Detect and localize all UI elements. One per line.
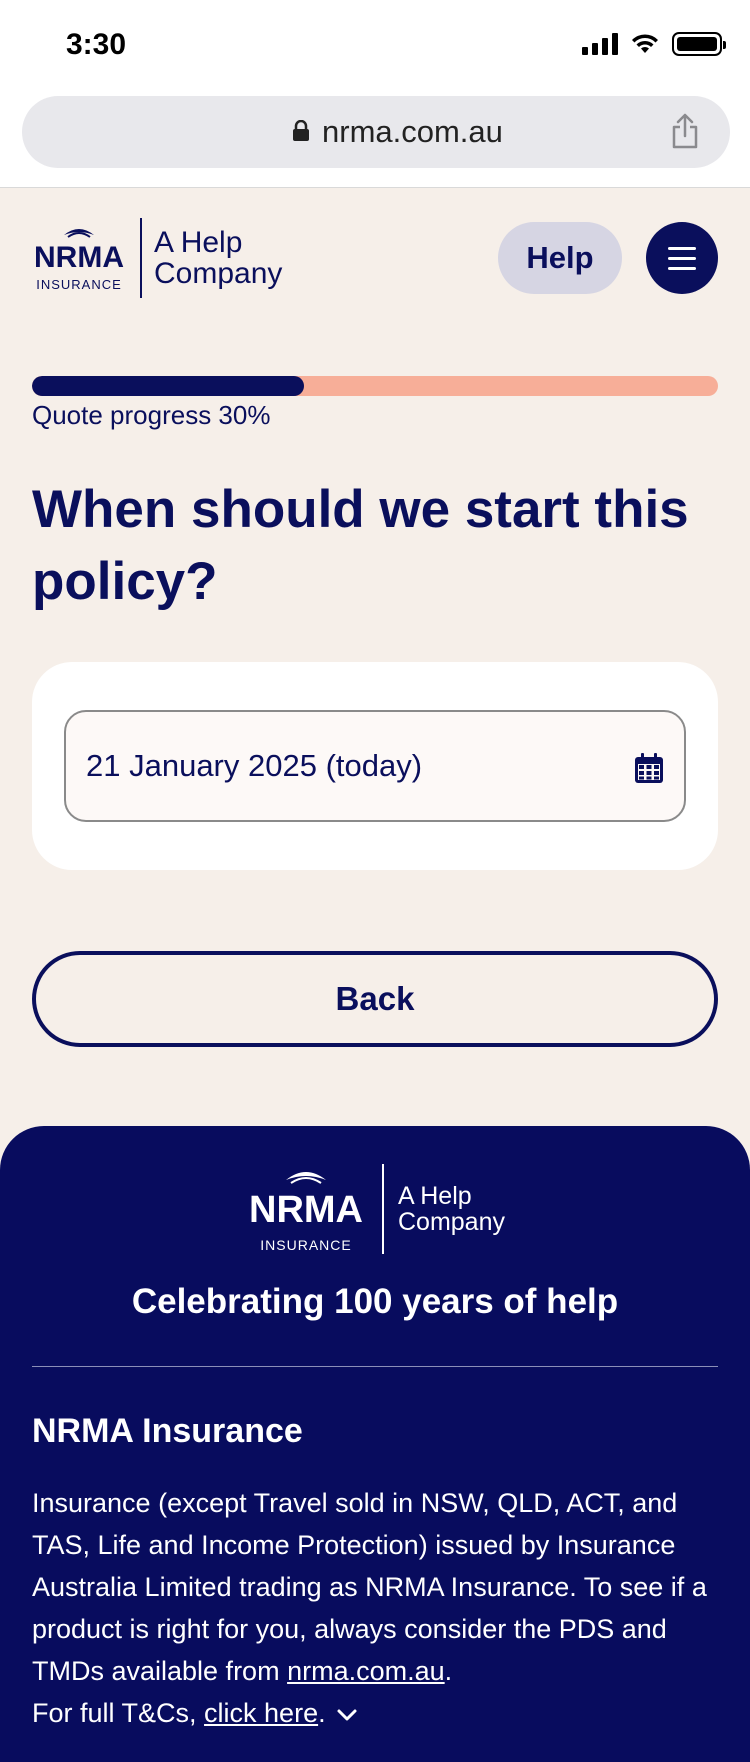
chevron-down-icon[interactable] [336, 1708, 358, 1722]
url-text: nrma.com.au [322, 114, 503, 149]
hamburger-icon [668, 246, 696, 250]
page-title: When should we start this policy? [32, 480, 689, 611]
site-header: NRMA INSURANCE A Help Company Help [0, 188, 750, 328]
footer-logo-tagline: A Help Company [398, 1183, 505, 1235]
status-bar: 3:30 [0, 0, 750, 92]
logo-divider [140, 218, 142, 298]
address-bar[interactable]: nrma.com.au [22, 96, 730, 168]
tcs-end: . [318, 1698, 326, 1728]
nrma-logo-mark: NRMA INSURANCE [34, 229, 124, 292]
footer-logo-brand-text: NRMA [249, 1189, 363, 1231]
wifi-icon [632, 34, 658, 53]
logo-tagline-line1: A Help [154, 226, 243, 259]
footer-logo-divider [382, 1164, 384, 1254]
footer-logo-tagline-line2: Company [398, 1208, 505, 1236]
footer-heading: NRMA Insurance [32, 1412, 303, 1450]
logo-tagline: A Help Company [154, 227, 282, 289]
footer-logo-brand-sub: INSURANCE [260, 1237, 351, 1253]
nrma-site-link[interactable]: nrma.com.au [287, 1656, 445, 1686]
tcs-prefix: For full T&Cs, [32, 1698, 205, 1728]
logo-brand-text: NRMA [34, 241, 124, 274]
footer-celebration: Celebrating 100 years of help [131, 1282, 619, 1321]
tcs-click-here-link[interactable]: click here [204, 1698, 318, 1728]
back-button[interactable]: Back [32, 951, 718, 1047]
site-footer: NRMA INSURANCE A Help Company Celebratin… [0, 1126, 750, 1762]
calendar-icon[interactable] [634, 752, 664, 784]
status-time: 3:30 [66, 28, 127, 61]
quote-progress-bar [32, 376, 718, 396]
help-button[interactable]: Help [498, 222, 622, 294]
quote-progress-fill [32, 376, 304, 396]
cellular-signal-icon [582, 33, 618, 55]
quote-progress-label: Quote progress 30% [32, 400, 271, 430]
logo-tagline-line2: Company [154, 257, 283, 290]
status-icons [582, 32, 726, 56]
nrma-logo[interactable]: NRMA INSURANCE A Help Company [30, 218, 282, 298]
footer-logo[interactable]: NRMA INSURANCE A Help Company [244, 1164, 505, 1254]
start-date-value: 21 January 2025 (today) [86, 748, 423, 783]
logo-brand-sub: INSURANCE [36, 277, 122, 292]
footer-logo-mark: NRMA INSURANCE [249, 1172, 363, 1253]
footer-divider [32, 1366, 718, 1367]
date-card: 21 January 2025 (today) [32, 662, 718, 870]
lock-icon [293, 120, 309, 141]
browser-toolbar: nrma.com.au [0, 92, 750, 188]
menu-button[interactable] [646, 222, 718, 294]
share-icon[interactable] [670, 112, 700, 150]
start-date-field[interactable]: 21 January 2025 (today) [64, 710, 686, 822]
footer-disclaimer: Insurance (except Travel sold in NSW, QL… [32, 1482, 722, 1734]
footer-disclaimer-end: . [444, 1656, 453, 1686]
battery-icon [672, 32, 726, 56]
footer-logo-tagline-line1: A Help [398, 1182, 472, 1210]
